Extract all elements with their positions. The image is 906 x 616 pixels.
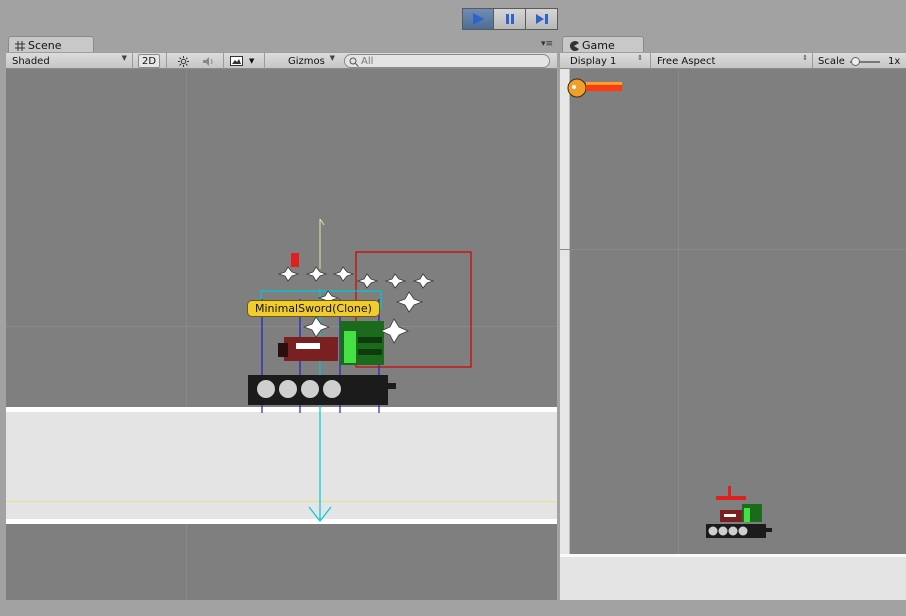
game-tank-sprite: [706, 486, 772, 538]
effects-dropdown[interactable]: ▼: [226, 54, 260, 68]
scene-tab-label: Scene: [28, 39, 62, 52]
chevron-down-icon: ▼: [121, 54, 127, 62]
pause-icon: [505, 14, 514, 24]
chevron-updown-icon: ⇕: [802, 54, 808, 62]
display-dropdown[interactable]: Display 1 ⇕: [566, 54, 646, 68]
scene-search-placeholder: All: [361, 55, 374, 67]
game-view-left-border: [560, 69, 570, 600]
game-ground: [560, 554, 906, 600]
toolbar-divider: [132, 53, 133, 69]
grid-icon: [15, 40, 25, 51]
pacman-icon: [570, 40, 579, 51]
display-value: Display 1: [570, 55, 617, 67]
selected-object-label: MinimalSword(Clone): [247, 300, 380, 317]
panel-menu-icon[interactable]: ▾≡: [541, 39, 553, 49]
shading-mode-value: Shaded: [12, 55, 50, 67]
game-toolbar: Display 1 ⇕ Free Aspect ⇕ Scale 1x: [560, 52, 906, 69]
scale-label: Scale: [818, 55, 845, 67]
chevron-updown-icon: ⇕: [637, 54, 643, 62]
toolbar-divider: [166, 53, 167, 69]
grid-line: [560, 249, 906, 250]
toolbar-divider: [223, 53, 224, 69]
mode-2d-label: 2D: [141, 55, 157, 67]
shading-mode-dropdown[interactable]: Shaded ▼: [8, 54, 130, 68]
toolbar-divider: [812, 53, 813, 69]
speaker-icon: [203, 56, 213, 66]
tab-scene[interactable]: Scene: [8, 36, 94, 53]
step-button[interactable]: [526, 8, 558, 30]
toolbar-divider: [650, 53, 651, 69]
pause-button[interactable]: [494, 8, 526, 30]
game-tab-row: Game: [560, 36, 906, 53]
mode-2d-toggle[interactable]: 2D: [138, 54, 160, 68]
game-panel: Game Display 1 ⇕ Free Aspect ⇕ Scale 1x: [560, 36, 906, 600]
game-tab-label: Game: [582, 39, 615, 52]
play-button[interactable]: [462, 8, 494, 30]
step-icon: [535, 14, 548, 24]
aspect-value: Free Aspect: [657, 55, 716, 67]
lighting-toggle[interactable]: [172, 54, 194, 68]
tab-game[interactable]: Game: [562, 36, 644, 53]
scene-sprites: [248, 218, 472, 522]
grid-line: [678, 69, 679, 600]
play-controls: [462, 8, 558, 30]
sun-icon: [177, 55, 189, 67]
unity-editor: Scene ▾≡ Shaded ▼ 2D ▼ Gizmos ▼ All Mini…: [0, 0, 906, 616]
scene-panel: Scene ▾≡ Shaded ▼ 2D ▼ Gizmos ▼ All Mini…: [6, 36, 557, 600]
scene-viewport[interactable]: MinimalSword(Clone): [6, 69, 557, 600]
play-icon: [473, 13, 484, 25]
gizmos-dropdown[interactable]: Gizmos ▼: [284, 54, 338, 68]
scene-toolbar: Shaded ▼ 2D ▼ Gizmos ▼ All: [6, 52, 557, 69]
chevron-down-icon: ▼: [329, 54, 335, 62]
game-viewport[interactable]: [560, 69, 906, 600]
bottom-status-strip: [0, 600, 906, 616]
scale-slider-knob[interactable]: [851, 57, 860, 66]
toolbar-divider: [264, 53, 265, 69]
scale-value: 1x: [888, 55, 901, 67]
player-health-hud: [567, 78, 622, 98]
image-icon: [230, 56, 243, 66]
aspect-dropdown[interactable]: Free Aspect ⇕: [653, 54, 811, 68]
gizmos-label: Gizmos: [288, 55, 325, 67]
scene-tab-row: Scene ▾≡: [6, 36, 557, 53]
audio-toggle[interactable]: [197, 54, 219, 68]
search-icon: [349, 57, 359, 67]
chevron-down-icon: ▼: [249, 57, 255, 65]
scene-search-input[interactable]: All: [344, 54, 550, 68]
